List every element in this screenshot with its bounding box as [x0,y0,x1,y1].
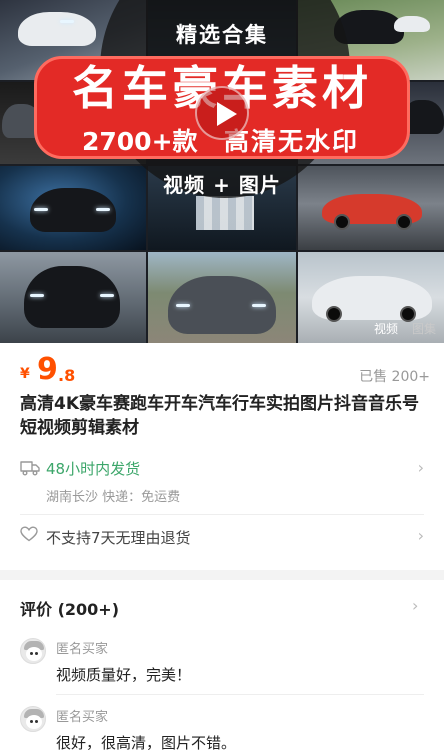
tab-gallery[interactable]: 图集 [408,318,440,339]
divider [20,514,424,515]
media-toggle: 视频 图集 [370,318,440,339]
car-photo-tile [148,252,296,343]
wheel [396,214,412,230]
price-integer: 9 [37,352,58,387]
avatar [20,706,46,732]
reviewer-name: 匿名买家 [56,642,109,657]
price-row: ¥ 9 .8 已售 200+ [20,354,430,388]
wheel [326,306,342,322]
headlight [100,294,114,297]
chevron-right-icon: › [417,458,424,477]
divider [56,694,424,695]
review-text: 视频质量好，完美！ [56,666,192,684]
shipping-detail: 湖南长沙 快递：免运费 [46,490,181,505]
wheel [334,214,350,230]
chevron-right-icon: › [417,526,424,545]
review-item: 匿名买家 很好，很高清，图片不错。 [20,706,428,752]
review-item: 匿名买家 视频质量好，完美！ [20,638,428,688]
headlight [30,294,44,297]
price-decimal: .8 [58,366,76,385]
play-video-button[interactable] [195,86,249,140]
car-shape [24,266,120,328]
return-policy-text: 不支持7天无理由退货 [46,529,191,547]
review-text: 很好，很高清，图片不错。 [56,734,237,752]
product-image-banner[interactable]: 精选合集 名车豪车素材 2700+款 高清无水印 视频 + 图片 视频 图集 [0,0,444,343]
chevron-right-icon[interactable]: › [412,596,440,615]
truck-icon [20,460,40,480]
banner-top-text: 精选合集 [176,23,268,47]
section-gap [0,570,444,580]
reviewer-name: 匿名买家 [56,710,109,725]
return-policy-row[interactable]: 不支持7天无理由退货 › [20,524,428,550]
headlight [252,304,266,307]
currency-symbol: ¥ [20,366,30,382]
heart-icon [20,526,38,546]
sold-count: 已售 200+ [359,369,430,385]
shipping-row[interactable]: 48小时内发货 湖南长沙 快递：免运费 › [20,456,428,514]
headlight [96,208,110,211]
banner-bottom-text: 视频 + 图片 [163,173,281,197]
product-title: 高清4K豪车赛跑车开车汽车行车实拍图片抖音音乐号短视频剪辑素材 [20,394,420,438]
car-photo-tile [0,252,146,343]
shipping-headline: 48小时内发货 [46,460,141,478]
reviews-header[interactable]: 评价 (200+) [20,596,119,620]
headlight [34,208,48,211]
mosaic-blur [196,196,254,230]
avatar [20,638,46,664]
tab-video[interactable]: 视频 [370,318,402,339]
banner-count-text: 2700+款 [82,127,198,156]
headlight [176,304,190,307]
